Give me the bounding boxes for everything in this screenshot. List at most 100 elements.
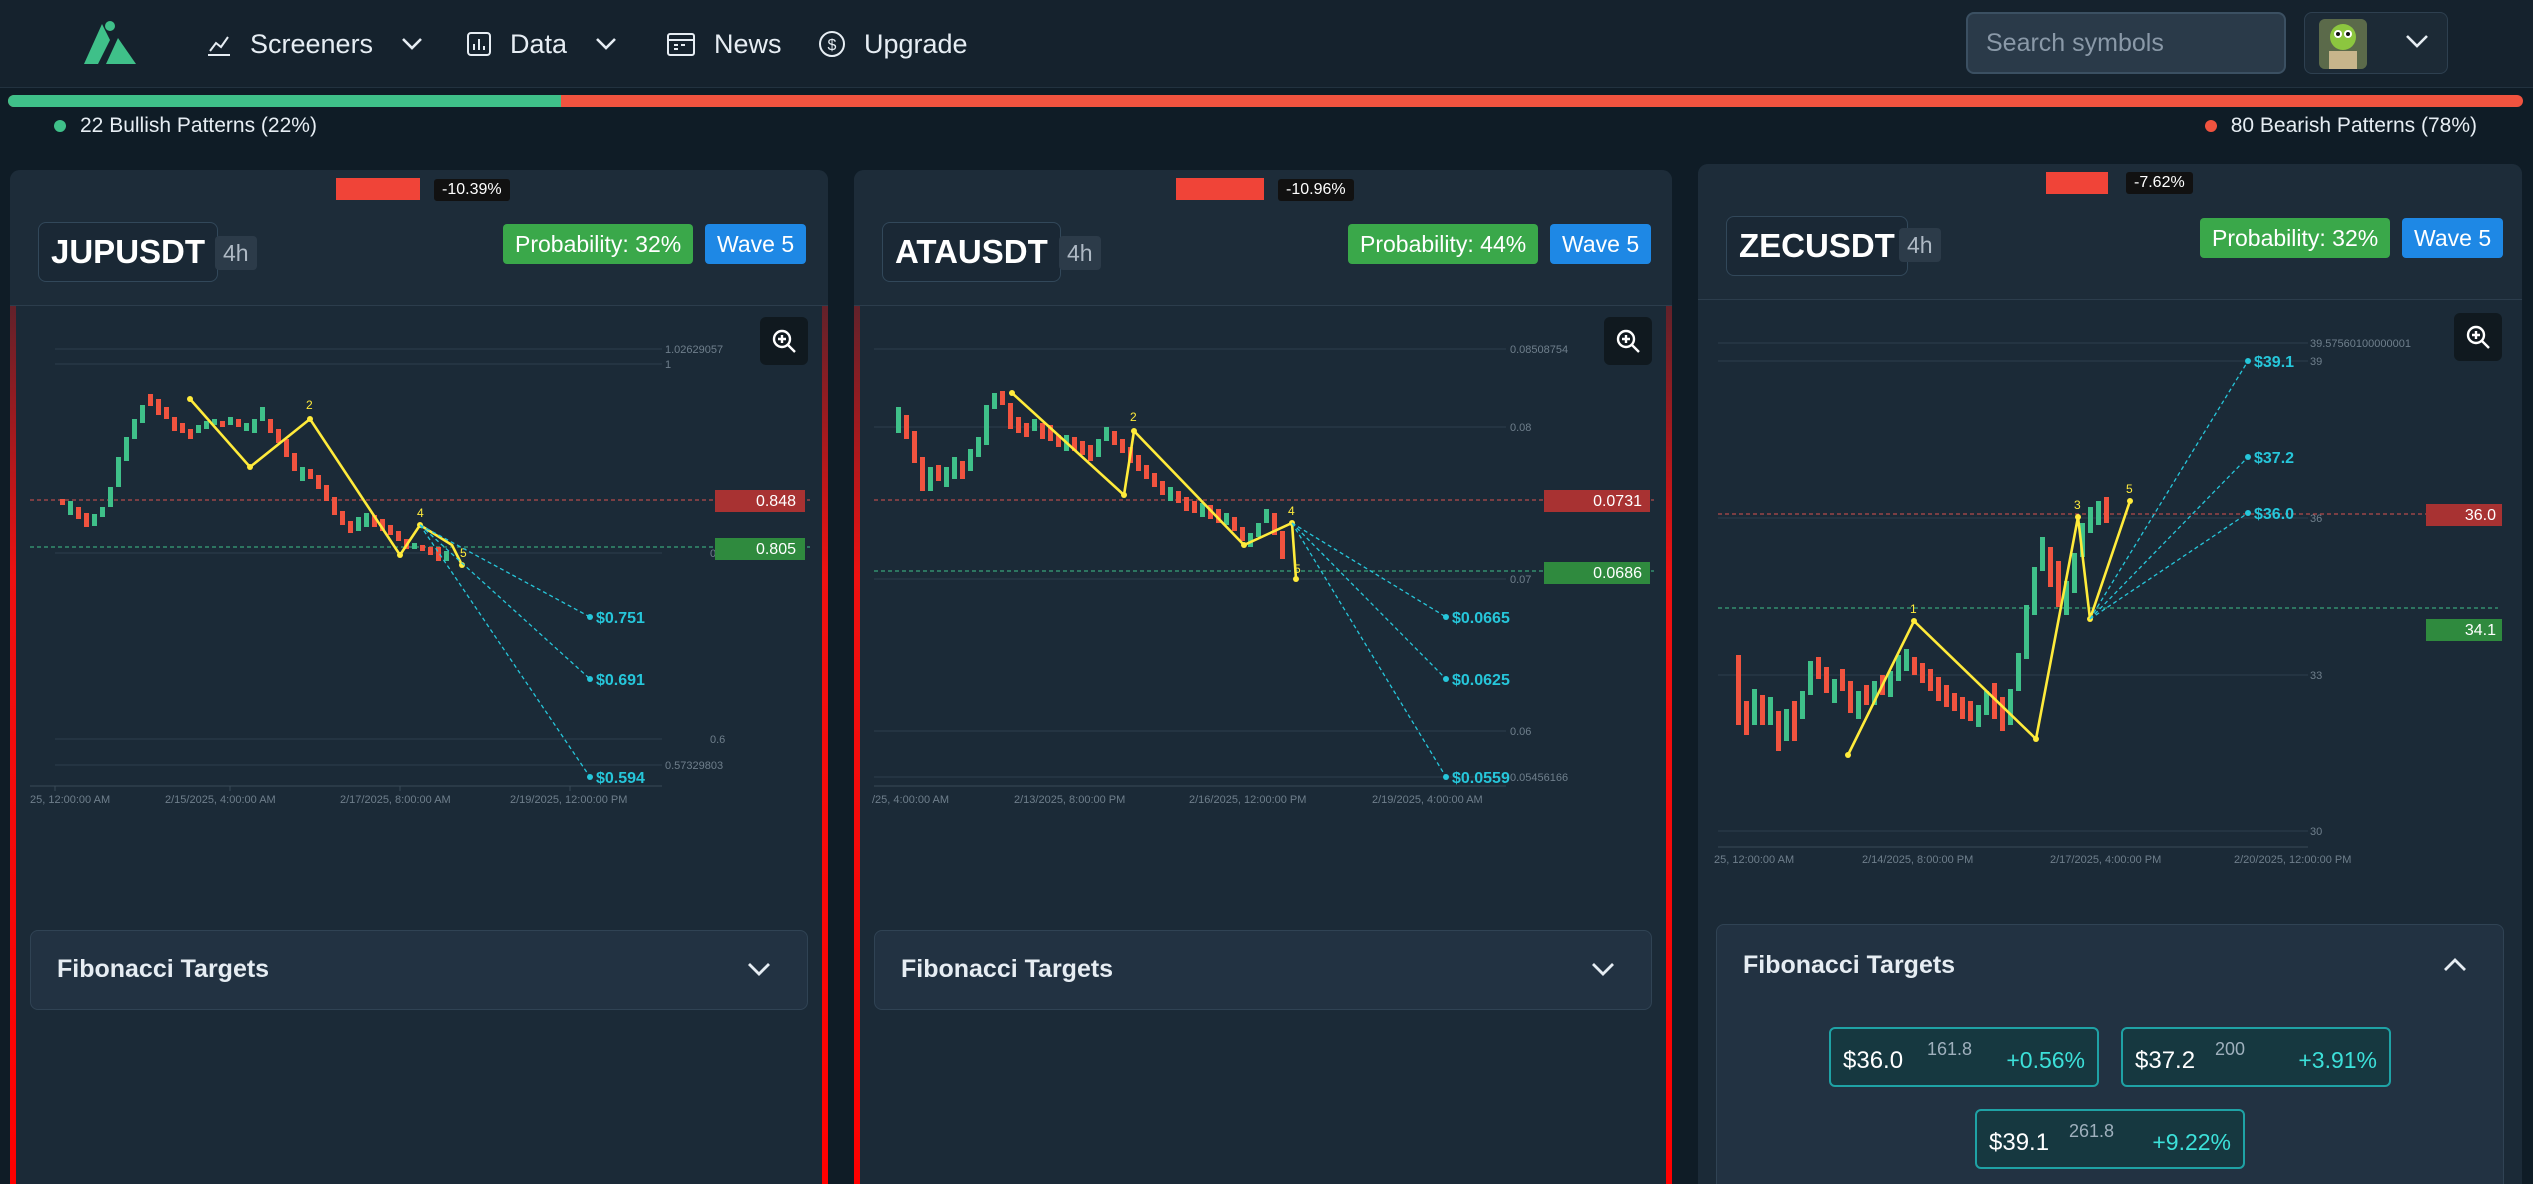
symbol-label[interactable]: ZECUSDT bbox=[1726, 216, 1908, 276]
app-logo-icon[interactable] bbox=[80, 18, 140, 68]
x-tick-label: 2/19/2025, 4:00:00 AM bbox=[1372, 794, 1483, 806]
y-tick-label: 36 bbox=[2310, 513, 2322, 525]
chevron-up-icon[interactable] bbox=[2443, 957, 2467, 973]
wave-badge: Wave 5 bbox=[1550, 224, 1652, 264]
candles bbox=[1736, 497, 2109, 751]
chart-line-icon bbox=[208, 36, 230, 56]
wave-label: 1 bbox=[1910, 602, 1917, 616]
x-tick-label: /25, 4:00:00 AM bbox=[872, 794, 949, 806]
candlestick-chart[interactable]: 1.02629057 1 0.8 0.6 0.57329803 25, 12:0… bbox=[10, 307, 828, 917]
card-header: -10.96% ATAUSDT 4h Probability: 44% Wave… bbox=[854, 170, 1672, 306]
chevron-down-icon[interactable] bbox=[401, 37, 423, 51]
fib-target-label: $37.2 bbox=[2254, 450, 2294, 467]
candlestick-chart[interactable]: 0.08508754 0.08 0.07 0.06 0.05456166 /25… bbox=[854, 307, 1672, 917]
fib-target-card[interactable]: $36.0 161.8 +0.56% bbox=[1829, 1027, 2099, 1087]
zoom-button[interactable] bbox=[760, 317, 808, 365]
pattern-card-atausdt[interactable]: -10.96% ATAUSDT 4h Probability: 44% Wave… bbox=[854, 170, 1672, 1184]
chevron-down-icon[interactable] bbox=[595, 37, 617, 51]
x-tick-label: 2/19/2025, 12:00:00 PM bbox=[510, 794, 627, 806]
wave-label: 3 bbox=[2074, 498, 2081, 512]
y-tick-label: 39.57560100000001 bbox=[2310, 338, 2411, 350]
fibonacci-targets-panel[interactable]: Fibonacci Targets $36.0 161.8 +0.56% $37… bbox=[1716, 924, 2504, 1184]
chevron-down-icon[interactable] bbox=[1591, 961, 1615, 977]
wave-label: 2 bbox=[1130, 410, 1137, 424]
bearish-dot bbox=[2204, 120, 2217, 132]
change-bar bbox=[1176, 178, 1264, 200]
nav-screeners[interactable]: Screeners bbox=[206, 22, 423, 66]
fib-target-price: $36.0 bbox=[1843, 1047, 1904, 1074]
probability-badge: Probability: 32% bbox=[503, 224, 694, 264]
y-tick-label: 0.57329803 bbox=[665, 760, 723, 772]
fib-target-card[interactable]: $39.1 261.8 +9.22% bbox=[1975, 1109, 2245, 1169]
x-axis-ticks bbox=[54, 786, 571, 791]
probability-badge: Probability: 32% bbox=[2200, 218, 2391, 258]
candlestick-chart[interactable]: 39.57560100000001 39 36 33 30 25, 12:00:… bbox=[1698, 301, 2522, 911]
grid-lines bbox=[874, 348, 1506, 778]
fib-projection-lines bbox=[1291, 522, 1447, 778]
fib-target-price: $39.1 bbox=[1989, 1129, 2050, 1156]
change-bar bbox=[336, 178, 420, 200]
fib-target-change: +0.56% bbox=[2006, 1047, 2085, 1073]
card-header: -10.39% JUPUSDT 4h Probability: 32% Wave… bbox=[10, 170, 828, 306]
resistance-price-label: 0.848 bbox=[756, 493, 796, 510]
grid-lines bbox=[55, 348, 662, 766]
symbol-label[interactable]: ATAUSDT bbox=[882, 222, 1061, 282]
fib-target-label: $39.1 bbox=[2254, 354, 2294, 371]
pattern-card-zecusdt[interactable]: -7.62% ZECUSDT 4h Probability: 32% Wave … bbox=[1698, 164, 2522, 1184]
fib-target-card[interactable]: $37.2 200 +3.91% bbox=[2121, 1027, 2391, 1087]
user-menu[interactable] bbox=[2304, 12, 2448, 74]
candles bbox=[60, 394, 449, 561]
fib-target-ratio: 161.8 bbox=[1927, 1039, 1973, 1059]
chevron-down-icon[interactable] bbox=[747, 961, 771, 977]
nav-upgrade-label: Upgrade bbox=[864, 28, 968, 59]
wave-badge: Wave 5 bbox=[705, 224, 807, 264]
fib-target-label: $0.594 bbox=[596, 770, 645, 787]
y-tick-label: 0.08508754 bbox=[1510, 344, 1568, 356]
x-tick-label: 2/16/2025, 12:00:00 PM bbox=[1189, 794, 1306, 806]
x-tick-label: 2/15/2025, 4:00:00 AM bbox=[165, 794, 276, 806]
card-header: -7.62% ZECUSDT 4h Probability: 32% Wave … bbox=[1698, 164, 2522, 300]
x-tick-label: 25, 12:00:00 AM bbox=[30, 794, 110, 806]
price-chart[interactable]: 39.57560100000001 39 36 33 30 25, 12:00:… bbox=[1698, 301, 2522, 911]
fib-target-label: $36.0 bbox=[2254, 506, 2294, 523]
support-price-label: 34.1 bbox=[2465, 622, 2496, 639]
price-chart[interactable]: 0.08508754 0.08 0.07 0.06 0.05456166 /25… bbox=[854, 307, 1672, 917]
nav-data[interactable]: Data bbox=[466, 22, 617, 66]
price-chart[interactable]: 1.02629057 1 0.8 0.6 0.57329803 25, 12:0… bbox=[10, 307, 828, 917]
y-tick-label: 0.06 bbox=[1510, 726, 1531, 738]
resistance-price-label: 36.0 bbox=[2465, 507, 2496, 524]
wave-label: 5 bbox=[2126, 482, 2133, 496]
zoom-in-icon bbox=[772, 329, 796, 353]
fib-target-label: $0.0625 bbox=[1452, 672, 1510, 689]
symbol-label[interactable]: JUPUSDT bbox=[38, 222, 219, 282]
search-input[interactable] bbox=[1966, 12, 2286, 74]
y-tick-label: 39 bbox=[2310, 356, 2322, 368]
nav-screeners-label: Screeners bbox=[250, 28, 374, 59]
avatar[interactable] bbox=[2319, 19, 2367, 69]
zoom-button[interactable] bbox=[2454, 313, 2502, 361]
y-tick-label: 0.6 bbox=[710, 734, 725, 746]
fib-target-label: $0.751 bbox=[596, 610, 645, 627]
x-tick-label: 2/14/2025, 8:00:00 PM bbox=[1862, 854, 1973, 866]
candles bbox=[896, 391, 1285, 559]
fib-target-label: $0.0559 bbox=[1452, 770, 1510, 787]
bearish-legend: 80 Bearish Patterns (78%) bbox=[2204, 114, 2477, 138]
fibonacci-targets-toggle[interactable]: Fibonacci Targets bbox=[30, 930, 808, 1010]
chevron-down-icon[interactable] bbox=[2405, 33, 2429, 49]
y-tick-label: 30 bbox=[2310, 826, 2322, 838]
y-tick-label: 33 bbox=[2310, 670, 2322, 682]
fib-panel-title: Fibonacci Targets bbox=[1743, 951, 1956, 979]
pattern-card-jupusdt[interactable]: -10.39% JUPUSDT 4h Probability: 32% Wave… bbox=[10, 170, 828, 1184]
grid-lines bbox=[1718, 342, 2308, 832]
fibonacci-targets-toggle[interactable]: Fibonacci Targets bbox=[874, 930, 1652, 1010]
x-tick-label: 2/20/2025, 12:00:00 PM bbox=[2234, 854, 2351, 866]
change-pill: -10.96% bbox=[1278, 179, 1354, 201]
nav-upgrade[interactable]: $ Upgrade bbox=[818, 22, 968, 66]
y-tick-label: 0.05456166 bbox=[1510, 772, 1568, 784]
zoom-button[interactable] bbox=[1604, 317, 1652, 365]
timeframe-badge: 4h bbox=[215, 236, 257, 270]
dollar-circle-icon: $ bbox=[819, 31, 845, 57]
nav-news[interactable]: News bbox=[666, 22, 782, 66]
x-tick-label: 2/17/2025, 4:00:00 PM bbox=[2050, 854, 2161, 866]
zoom-in-icon bbox=[2466, 325, 2490, 349]
